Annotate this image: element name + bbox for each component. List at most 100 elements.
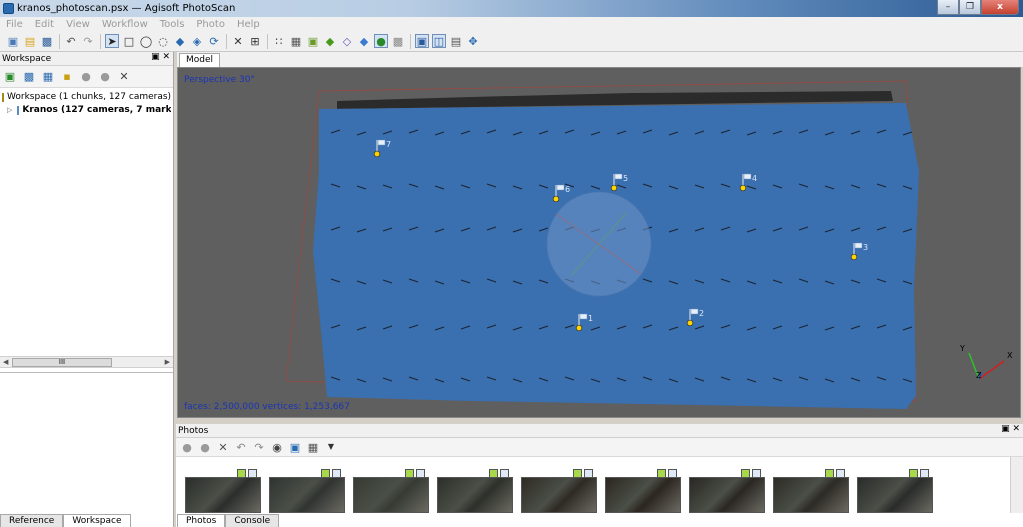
new-document-icon[interactable]: ▣ (6, 34, 20, 48)
marker-flag-icon (614, 173, 623, 180)
menu-photo[interactable]: Photo (196, 19, 225, 30)
photo-thumbnail[interactable] (521, 469, 597, 513)
add-chunk-icon[interactable]: ▣ (3, 70, 17, 84)
remove-cameras-icon[interactable]: ✕ (216, 440, 230, 454)
toolbar-separator (100, 33, 101, 49)
add-marker-icon[interactable]: ▪ (60, 70, 74, 84)
show-aligned-chunks-icon[interactable]: ▤ (449, 34, 463, 48)
tree-item-chunk[interactable]: ▷ Kranos (127 cameras, 7 markers, (2, 104, 171, 117)
menu-view[interactable]: View (66, 19, 90, 30)
tab-reference[interactable]: Reference (0, 514, 64, 527)
photos-panel-buttons: ▣ ✕ (1001, 424, 1020, 434)
show-markers-icon[interactable]: ▩ (391, 34, 405, 48)
marker-point (610, 184, 618, 192)
marker-point (552, 195, 560, 203)
undo-icon[interactable]: ↶ (64, 34, 78, 48)
disable-icon[interactable]: ● (98, 70, 112, 84)
marker-label: 2 (699, 309, 704, 318)
add-folder-icon[interactable]: ▦ (41, 70, 55, 84)
model-viewport[interactable]: 1 2 3 4 5 6 7 Y X Z Perspective 30° faces: 2,5… (177, 67, 1021, 418)
float-panel-icon[interactable]: ▣ (1001, 424, 1010, 434)
circle-selection-icon[interactable]: ◯ (139, 34, 153, 48)
restore-button[interactable]: ❐ (959, 0, 981, 15)
marker-point (575, 324, 583, 332)
menu-file[interactable]: File (6, 19, 23, 30)
photo-thumbnail[interactable] (185, 469, 261, 513)
close-panel-icon[interactable]: ✕ (1012, 424, 1020, 434)
properties-pane (0, 372, 173, 514)
marker-point (739, 184, 747, 192)
scroll-left-icon[interactable]: ◀ (3, 357, 8, 368)
navigation-cursor-icon[interactable]: ➤ (105, 34, 119, 48)
save-icon[interactable]: ▩ (40, 34, 54, 48)
scroll-right-icon[interactable]: ▶ (165, 357, 170, 368)
solid-model-icon[interactable]: ◆ (323, 34, 337, 48)
add-photos-icon[interactable]: ▩ (22, 70, 36, 84)
wireframe-model-icon[interactable]: ◇ (340, 34, 354, 48)
remove-items-icon[interactable]: ✕ (117, 70, 131, 84)
rotate-region-icon[interactable]: ⟳ (207, 34, 221, 48)
free-form-selection-icon[interactable]: ◌ (156, 34, 170, 48)
tree-item-workspace[interactable]: Workspace (1 chunks, 127 cameras) (2, 91, 171, 104)
menu-edit[interactable]: Edit (35, 19, 54, 30)
tab-console[interactable]: Console (225, 514, 280, 527)
resize-region-icon[interactable]: ◆ (173, 34, 187, 48)
menu-help[interactable]: Help (237, 19, 260, 30)
marker-point (850, 253, 858, 261)
enable-icon[interactable]: ● (79, 70, 93, 84)
shaded-model-icon[interactable]: ▣ (306, 34, 320, 48)
scrollbar-thumb[interactable]: III (12, 358, 112, 367)
workspace-horizontal-scrollbar[interactable]: ◀ III ▶ (0, 356, 173, 368)
photo-thumbnail[interactable] (689, 469, 765, 513)
photo-thumbnail[interactable] (773, 469, 849, 513)
close-panel-icon[interactable]: ✕ (162, 52, 170, 62)
float-panel-icon[interactable]: ▣ (151, 52, 160, 62)
view-mode-icon[interactable]: ▦ (306, 440, 320, 454)
photo-thumbnail[interactable] (605, 469, 681, 513)
minimize-button[interactable]: – (937, 0, 959, 15)
enable-cameras-icon[interactable]: ● (180, 440, 194, 454)
photos-panel-title: Photos (178, 425, 209, 436)
workspace-tree: Workspace (1 chunks, 127 cameras) ▷ Kran… (0, 88, 173, 120)
photos-toolbar: ● ● ✕ ↶ ↷ ◉ ▣ ▦ ▼ (176, 438, 1023, 457)
rotate-right-icon[interactable]: ↷ (252, 440, 266, 454)
expand-arrow-icon[interactable]: ▷ (7, 104, 12, 117)
show-trackball-icon[interactable]: ◫ (432, 34, 446, 48)
menu-tools[interactable]: Tools (160, 19, 185, 30)
photo-thumbnail[interactable] (269, 469, 345, 513)
restore-icon: ❐ (965, 2, 975, 12)
textured-model-icon[interactable]: ◆ (357, 34, 371, 48)
marker-label: 5 (623, 174, 628, 183)
view-mode-dropdown-icon[interactable]: ▼ (324, 440, 338, 454)
reset-view-icon[interactable]: ✥ (466, 34, 480, 48)
menu-workflow[interactable]: Workflow (102, 19, 148, 30)
filter-by-marker-icon[interactable]: ◉ (270, 440, 284, 454)
photo-image (353, 477, 429, 513)
tab-model[interactable]: Model (179, 53, 221, 67)
disable-cameras-icon[interactable]: ● (198, 440, 212, 454)
minimize-icon: – (945, 2, 951, 12)
open-folder-icon[interactable]: ▤ (23, 34, 37, 48)
tab-workspace[interactable]: Workspace (63, 514, 131, 527)
photo-thumbnails (185, 469, 941, 513)
reset-filter-icon[interactable]: ▣ (288, 440, 302, 454)
show-region-icon[interactable]: ▣ (415, 34, 429, 48)
photo-thumbnail[interactable] (353, 469, 429, 513)
marker-label: 3 (863, 243, 868, 252)
close-button[interactable]: x (981, 0, 1019, 15)
photo-image (857, 477, 933, 513)
tab-photos[interactable]: Photos (177, 514, 226, 527)
point-cloud-icon[interactable]: ∷ (272, 34, 286, 48)
photo-thumbnail[interactable] (857, 469, 933, 513)
dense-cloud-icon[interactable]: ▦ (289, 34, 303, 48)
redo-icon[interactable]: ↷ (81, 34, 95, 48)
rectangle-selection-icon[interactable]: □ (122, 34, 136, 48)
delete-selection-icon[interactable]: ✕ (231, 34, 245, 48)
show-cameras-icon[interactable]: ● (374, 34, 388, 48)
rotate-left-icon[interactable]: ↶ (234, 440, 248, 454)
crop-selection-icon[interactable]: ⊞ (248, 34, 262, 48)
move-region-icon[interactable]: ◈ (190, 34, 204, 48)
photo-thumbnail[interactable] (437, 469, 513, 513)
photos-vertical-scrollbar[interactable] (1010, 457, 1023, 513)
model-tabs: Model (177, 52, 1023, 67)
